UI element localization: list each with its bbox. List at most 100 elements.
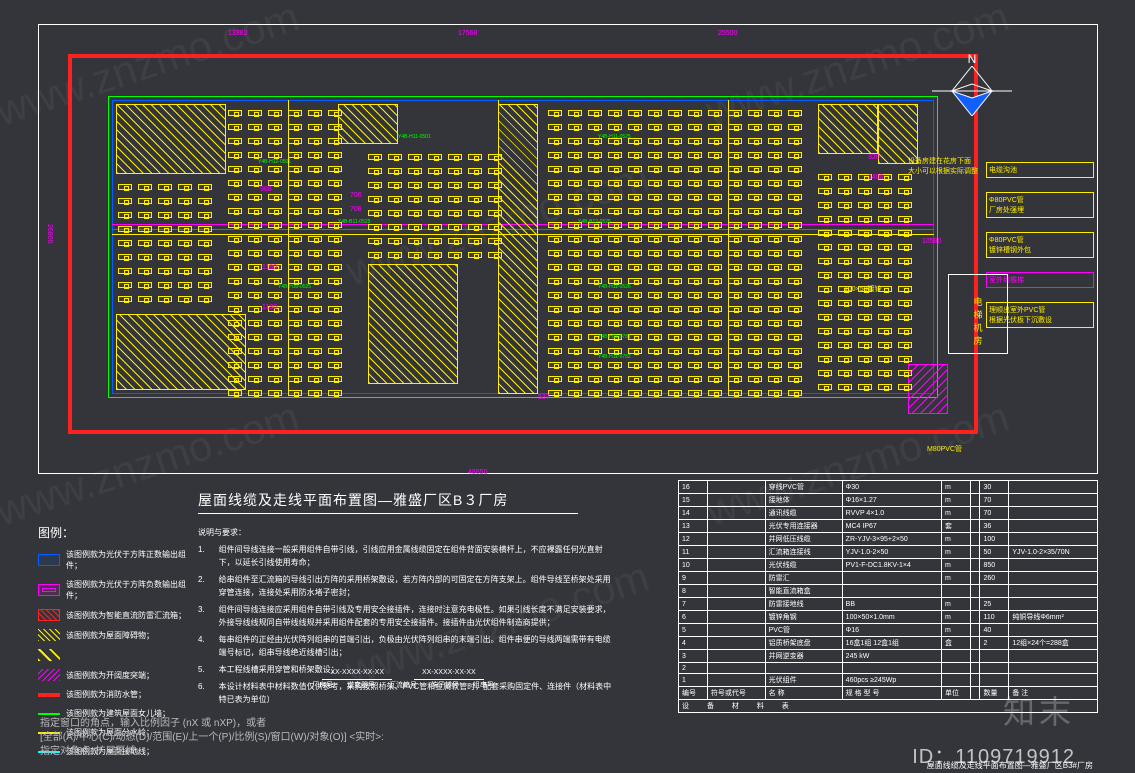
pv-module [898,244,912,250]
notes-header: 说明与要求： [198,526,618,539]
pv-module [268,152,282,158]
pv-module [838,188,852,194]
pv-module [878,300,892,306]
pv-module [328,110,342,116]
pv-module [248,250,262,256]
pv-module [228,250,242,256]
pv-module [668,250,682,256]
pv-module [328,180,342,186]
pv-module [728,194,742,200]
equipment-room-note: 设备房建在花房下面 大小可以根据实际调整 [908,156,978,176]
pv-module [838,370,852,376]
pv-module [838,230,852,236]
pv-module [368,182,382,188]
pv-module [328,166,342,172]
cad-command-bar[interactable]: 指定窗口的角点，输入比例因子 (nX 或 nXP)，或者 [全部(A)/中心(C… [40,717,384,759]
schema-pattern: XX-XXXX-XX-XX [414,666,484,680]
pv-module [608,362,622,368]
pv-module [708,292,722,298]
pv-module [228,292,242,298]
pv-module [388,252,402,258]
pv-module [748,320,762,326]
pv-module [548,222,562,228]
pv-module [408,210,422,216]
pv-module [608,306,622,312]
pv-module [748,166,762,172]
pv-module [428,168,442,174]
wire-label: Y4B-H10-0525 [278,284,311,290]
pv-module [288,320,302,326]
pv-module [708,222,722,228]
table-row: 9防雷汇m260 [679,572,1098,585]
legend-label: 该图例款为光伏于方阵正数输出组件； [66,549,188,571]
pv-module [768,180,782,186]
pv-module [568,390,582,396]
pv-module [608,110,622,116]
pv-module [468,154,482,160]
pv-module [708,362,722,368]
pv-module [708,194,722,200]
pv-module [668,306,682,312]
pv-module [568,376,582,382]
wire-label: Y4B-B11-0525 [338,219,370,225]
pv-module [268,110,282,116]
pv-module [548,334,562,340]
pv-module [818,356,832,362]
dim-bottom: 48850 [468,469,487,476]
pv-module [268,348,282,354]
wire-label: Y4B-H11-0526 [598,284,631,290]
inline-dim: 706 [350,206,362,213]
pv-module [858,342,872,348]
pv-module [768,376,782,382]
pv-module [768,306,782,312]
pv-module [138,282,152,288]
pv-module [588,208,602,214]
pv-module [838,202,852,208]
pv-module [118,240,132,246]
cable-naming-schema: XX-XXXX-XX-XX XX-XXXX-XX-XX 厂房号 逆变器号 汇流箱… [228,666,578,690]
pv-module [568,362,582,368]
pv-module [728,152,742,158]
pv-module [368,210,382,216]
pv-module [248,292,262,298]
schema-tag: 组串号 [473,682,494,689]
pv-module [628,320,642,326]
pv-module [748,362,762,368]
pv-module [248,348,262,354]
table-row: 12并网低压线缆ZR-YJV-3×95+2×50m100 [679,533,1098,546]
pv-module [588,180,602,186]
pv-module [608,166,622,172]
cad-canvas[interactable]: www.znzmo.com www.znzmo.com www.znzmo.co… [0,0,1135,773]
pv-module [288,138,302,144]
pv-module [588,250,602,256]
pv-module [198,212,212,218]
pv-module [268,362,282,368]
pv-module [388,224,402,230]
pv-module [288,124,302,130]
pv-module [608,390,622,396]
pv-module [308,208,322,214]
table-row: 7防雷接地线BBm25 [679,598,1098,611]
pv-module [568,306,582,312]
pv-module [818,370,832,376]
pv-module [198,282,212,288]
pv-module [858,370,872,376]
inline-dim: 537 [538,394,550,401]
roof-opening [908,364,948,414]
wire-label: Y4B-B12-0525 [578,219,611,225]
pv-module [568,334,582,340]
pv-module [568,208,582,214]
pv-module [448,154,462,160]
pv-module [858,272,872,278]
pv-module [288,292,302,298]
pv-module [228,166,242,172]
pv-module [408,168,422,174]
pv-module [248,376,262,382]
pv-module [228,208,242,214]
pv-module [328,348,342,354]
wire-label: Y4B-H11-0501 [398,134,431,140]
pv-module [878,370,892,376]
pv-module [648,264,662,270]
pv-module [308,194,322,200]
pv-module [588,236,602,242]
